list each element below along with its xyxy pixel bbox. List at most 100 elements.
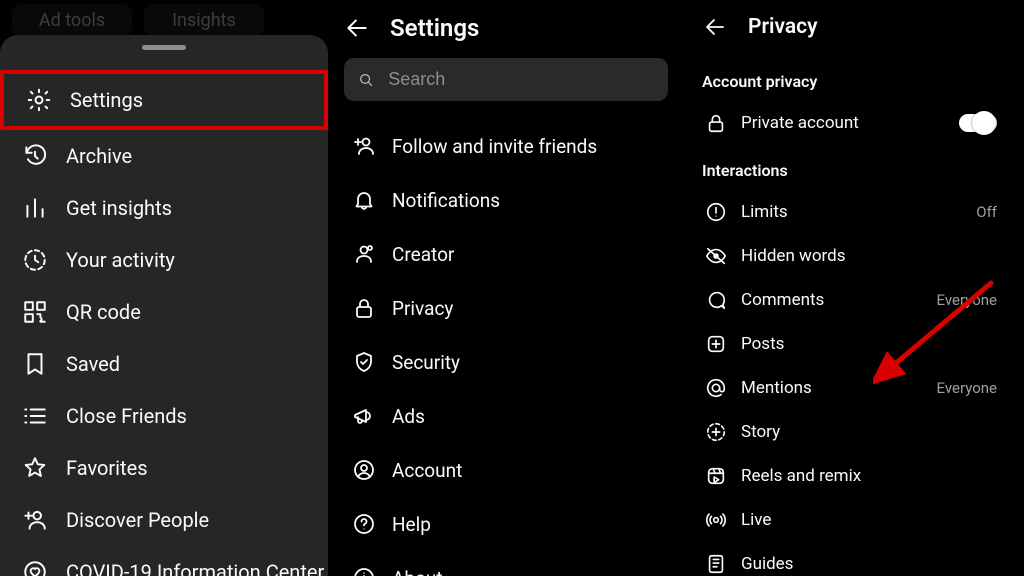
bookmark-icon xyxy=(22,351,48,377)
settings-item[interactable]: About xyxy=(334,551,678,576)
search-input[interactable] xyxy=(386,68,654,91)
private-account-row[interactable]: Private account xyxy=(698,101,1004,145)
privacy-item[interactable]: Live xyxy=(698,498,1004,542)
settings-item[interactable]: Notifications xyxy=(334,173,678,227)
star-icon xyxy=(22,455,48,481)
privacy-item[interactable]: Limits Off xyxy=(698,190,1004,234)
bell-icon xyxy=(352,188,376,212)
lock-icon xyxy=(352,296,376,320)
settings-title: Settings xyxy=(390,14,479,42)
shield-icon xyxy=(352,350,376,374)
privacy-item-label: Guides xyxy=(741,554,997,574)
menu-item[interactable]: COVID-19 Information Center xyxy=(0,546,328,576)
account-icon xyxy=(352,458,376,482)
menu-item-label: COVID-19 Information Center xyxy=(66,560,324,576)
privacy-item[interactable]: Hidden words xyxy=(698,234,1004,278)
privacy-item[interactable]: Story xyxy=(698,410,787,454)
guides-icon xyxy=(705,553,727,575)
menu-item-label: Close Friends xyxy=(66,404,187,428)
back-button[interactable] xyxy=(344,15,370,41)
settings-item[interactable]: Follow and invite friends xyxy=(334,119,678,173)
sheet-handle-icon[interactable] xyxy=(142,45,186,50)
gear-icon xyxy=(26,87,52,113)
settings-item[interactable]: Ads xyxy=(334,389,678,443)
privacy-item[interactable]: Posts xyxy=(698,322,1004,366)
section-account-privacy: Account privacy xyxy=(702,72,1000,91)
menu-item-label: Your activity xyxy=(66,248,175,272)
settings-item-label: Privacy xyxy=(392,297,453,320)
live-icon xyxy=(705,509,727,531)
info-heart-icon xyxy=(22,559,48,576)
back-button[interactable] xyxy=(702,14,728,40)
info-heart-icon xyxy=(22,559,48,576)
megaphone-icon xyxy=(352,404,376,428)
settings-item-label: Creator xyxy=(392,243,454,266)
settings-pane: Settings Follow and invite friends Notifi… xyxy=(328,0,688,576)
history-icon xyxy=(22,143,48,169)
privacy-item[interactable]: CommentsEveryone xyxy=(698,278,1004,322)
menu-item-label: Favorites xyxy=(66,456,148,480)
plus-square-icon xyxy=(705,333,727,355)
privacy-item[interactable]: MentionsEveryone xyxy=(698,366,1004,410)
privacy-title: Privacy xyxy=(748,15,818,39)
tab-ad-tools[interactable]: Ad tools xyxy=(12,4,132,37)
privacy-item-aux: Off xyxy=(976,203,997,221)
menu-item[interactable]: Archive xyxy=(0,130,328,182)
menu-pane: Ad tools Insights SettingsArchiveGet ins… xyxy=(0,0,328,576)
settings-item[interactable]: Creator xyxy=(334,227,678,281)
settings-item[interactable]: Account xyxy=(334,443,678,497)
menu-item-label: Saved xyxy=(66,352,120,376)
privacy-item[interactable]: Reels and remix xyxy=(698,454,1004,498)
settings-item[interactable]: Security xyxy=(334,335,678,389)
list-icon xyxy=(22,403,48,429)
menu-item[interactable]: Saved xyxy=(0,338,328,390)
star-icon xyxy=(22,455,48,481)
lock-icon xyxy=(352,296,376,320)
gear-icon xyxy=(26,87,52,113)
menu-item[interactable]: Get insights xyxy=(0,182,328,234)
settings-item-label: Account xyxy=(392,459,462,482)
menu-item-label: QR code xyxy=(66,300,141,324)
menu-item[interactable]: Settings xyxy=(0,70,328,130)
bar-chart-icon xyxy=(22,195,48,221)
comment-icon xyxy=(705,289,727,311)
privacy-item[interactable]: Guides xyxy=(698,542,1004,576)
settings-item[interactable]: Privacy xyxy=(334,281,471,335)
person-badge-icon xyxy=(352,242,376,266)
settings-item-label: Follow and invite friends xyxy=(392,135,597,158)
menu-item[interactable]: Close Friends xyxy=(0,390,328,442)
activity-clock-icon xyxy=(22,247,48,273)
bell-icon xyxy=(352,188,376,212)
privacy-item-label: Posts xyxy=(741,334,997,354)
plus-square-icon xyxy=(705,333,727,355)
menu-item[interactable]: Discover People xyxy=(0,494,328,546)
list-icon xyxy=(22,403,48,429)
megaphone-icon xyxy=(352,404,376,428)
eye-icon xyxy=(705,245,727,267)
privacy-header: Privacy xyxy=(698,6,1004,56)
menu-item[interactable]: Your activity xyxy=(0,234,328,286)
menu-item[interactable]: QR code xyxy=(0,286,328,338)
privacy-pane: Privacy Account privacy Private account … xyxy=(688,0,1024,576)
lock-icon xyxy=(705,112,727,134)
settings-item-label: Help xyxy=(392,513,431,536)
mention-icon xyxy=(705,377,727,399)
add-person-icon xyxy=(22,507,48,533)
story-plus-icon xyxy=(705,421,727,443)
settings-item[interactable]: Help xyxy=(334,497,678,551)
tab-insights[interactable]: Insights xyxy=(144,4,264,37)
menu-item[interactable]: Favorites xyxy=(0,442,328,494)
account-icon xyxy=(352,458,376,482)
privacy-item-aux: Everyone xyxy=(937,291,997,309)
comment-icon xyxy=(705,289,727,311)
private-account-toggle[interactable] xyxy=(959,114,997,132)
activity-clock-icon xyxy=(22,247,48,273)
live-icon xyxy=(705,509,727,531)
help-icon xyxy=(352,512,376,536)
shield-icon xyxy=(352,350,376,374)
privacy-item-label: Limits xyxy=(741,202,962,222)
search-field[interactable] xyxy=(344,58,668,101)
menu-item-label: Discover People xyxy=(66,508,209,532)
bookmark-icon xyxy=(22,351,48,377)
mention-icon xyxy=(705,377,727,399)
